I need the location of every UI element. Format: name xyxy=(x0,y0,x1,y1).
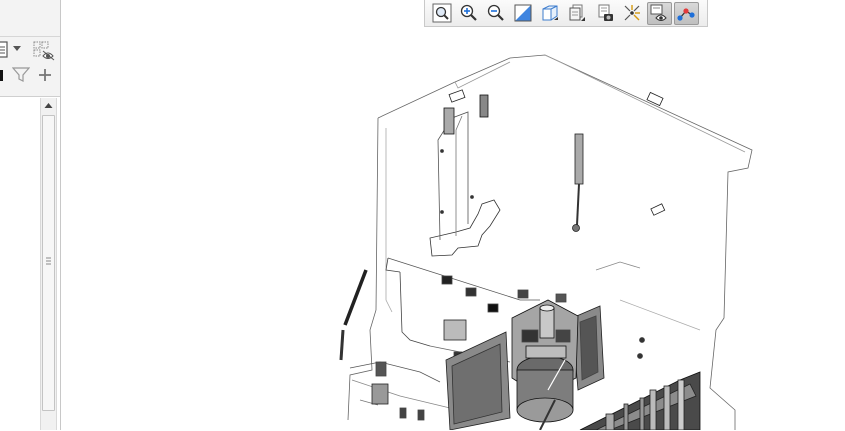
display-style-button[interactable] xyxy=(565,2,590,25)
view-cube-button[interactable] xyxy=(538,2,563,25)
show-hide-button[interactable] xyxy=(646,1,672,25)
network-icon xyxy=(677,8,695,21)
panel-toolbar xyxy=(0,0,60,37)
eye-icon xyxy=(650,4,667,21)
zoom-out-icon xyxy=(487,4,504,21)
scroll-up-arrow-icon[interactable] xyxy=(41,98,56,114)
zoom-area-button[interactable] xyxy=(511,2,536,25)
zoom-fit-icon xyxy=(432,3,451,23)
structure-panel xyxy=(0,0,61,431)
snapshot-button[interactable] xyxy=(592,2,617,25)
zoom-out-button[interactable] xyxy=(483,2,508,25)
display-style-icon xyxy=(569,4,586,21)
explode-button[interactable] xyxy=(619,2,644,25)
hide-items-icon[interactable] xyxy=(32,40,56,62)
viewer-toolbar xyxy=(424,0,708,27)
grip-icon xyxy=(46,257,51,265)
zoom-to-fit-button[interactable] xyxy=(429,2,454,25)
camera-icon xyxy=(598,4,613,21)
assembly-model xyxy=(339,54,753,430)
zoom-in-icon xyxy=(460,4,477,21)
dropdown-arrow-icon[interactable] xyxy=(12,45,22,53)
3d-viewport[interactable] xyxy=(62,27,845,430)
explode-icon xyxy=(624,5,640,21)
vertical-scrollbar[interactable] xyxy=(40,98,57,430)
connections-button[interactable] xyxy=(673,1,699,25)
filter-icon[interactable] xyxy=(12,67,30,83)
zoom-in-button[interactable] xyxy=(456,2,481,25)
add-icon[interactable] xyxy=(38,68,52,82)
cube-view-icon xyxy=(542,5,559,21)
scroll-thumb[interactable] xyxy=(42,115,55,411)
pin-icon[interactable] xyxy=(0,67,6,83)
zoom-area-icon xyxy=(514,4,532,22)
list-view-icon[interactable] xyxy=(0,40,10,60)
